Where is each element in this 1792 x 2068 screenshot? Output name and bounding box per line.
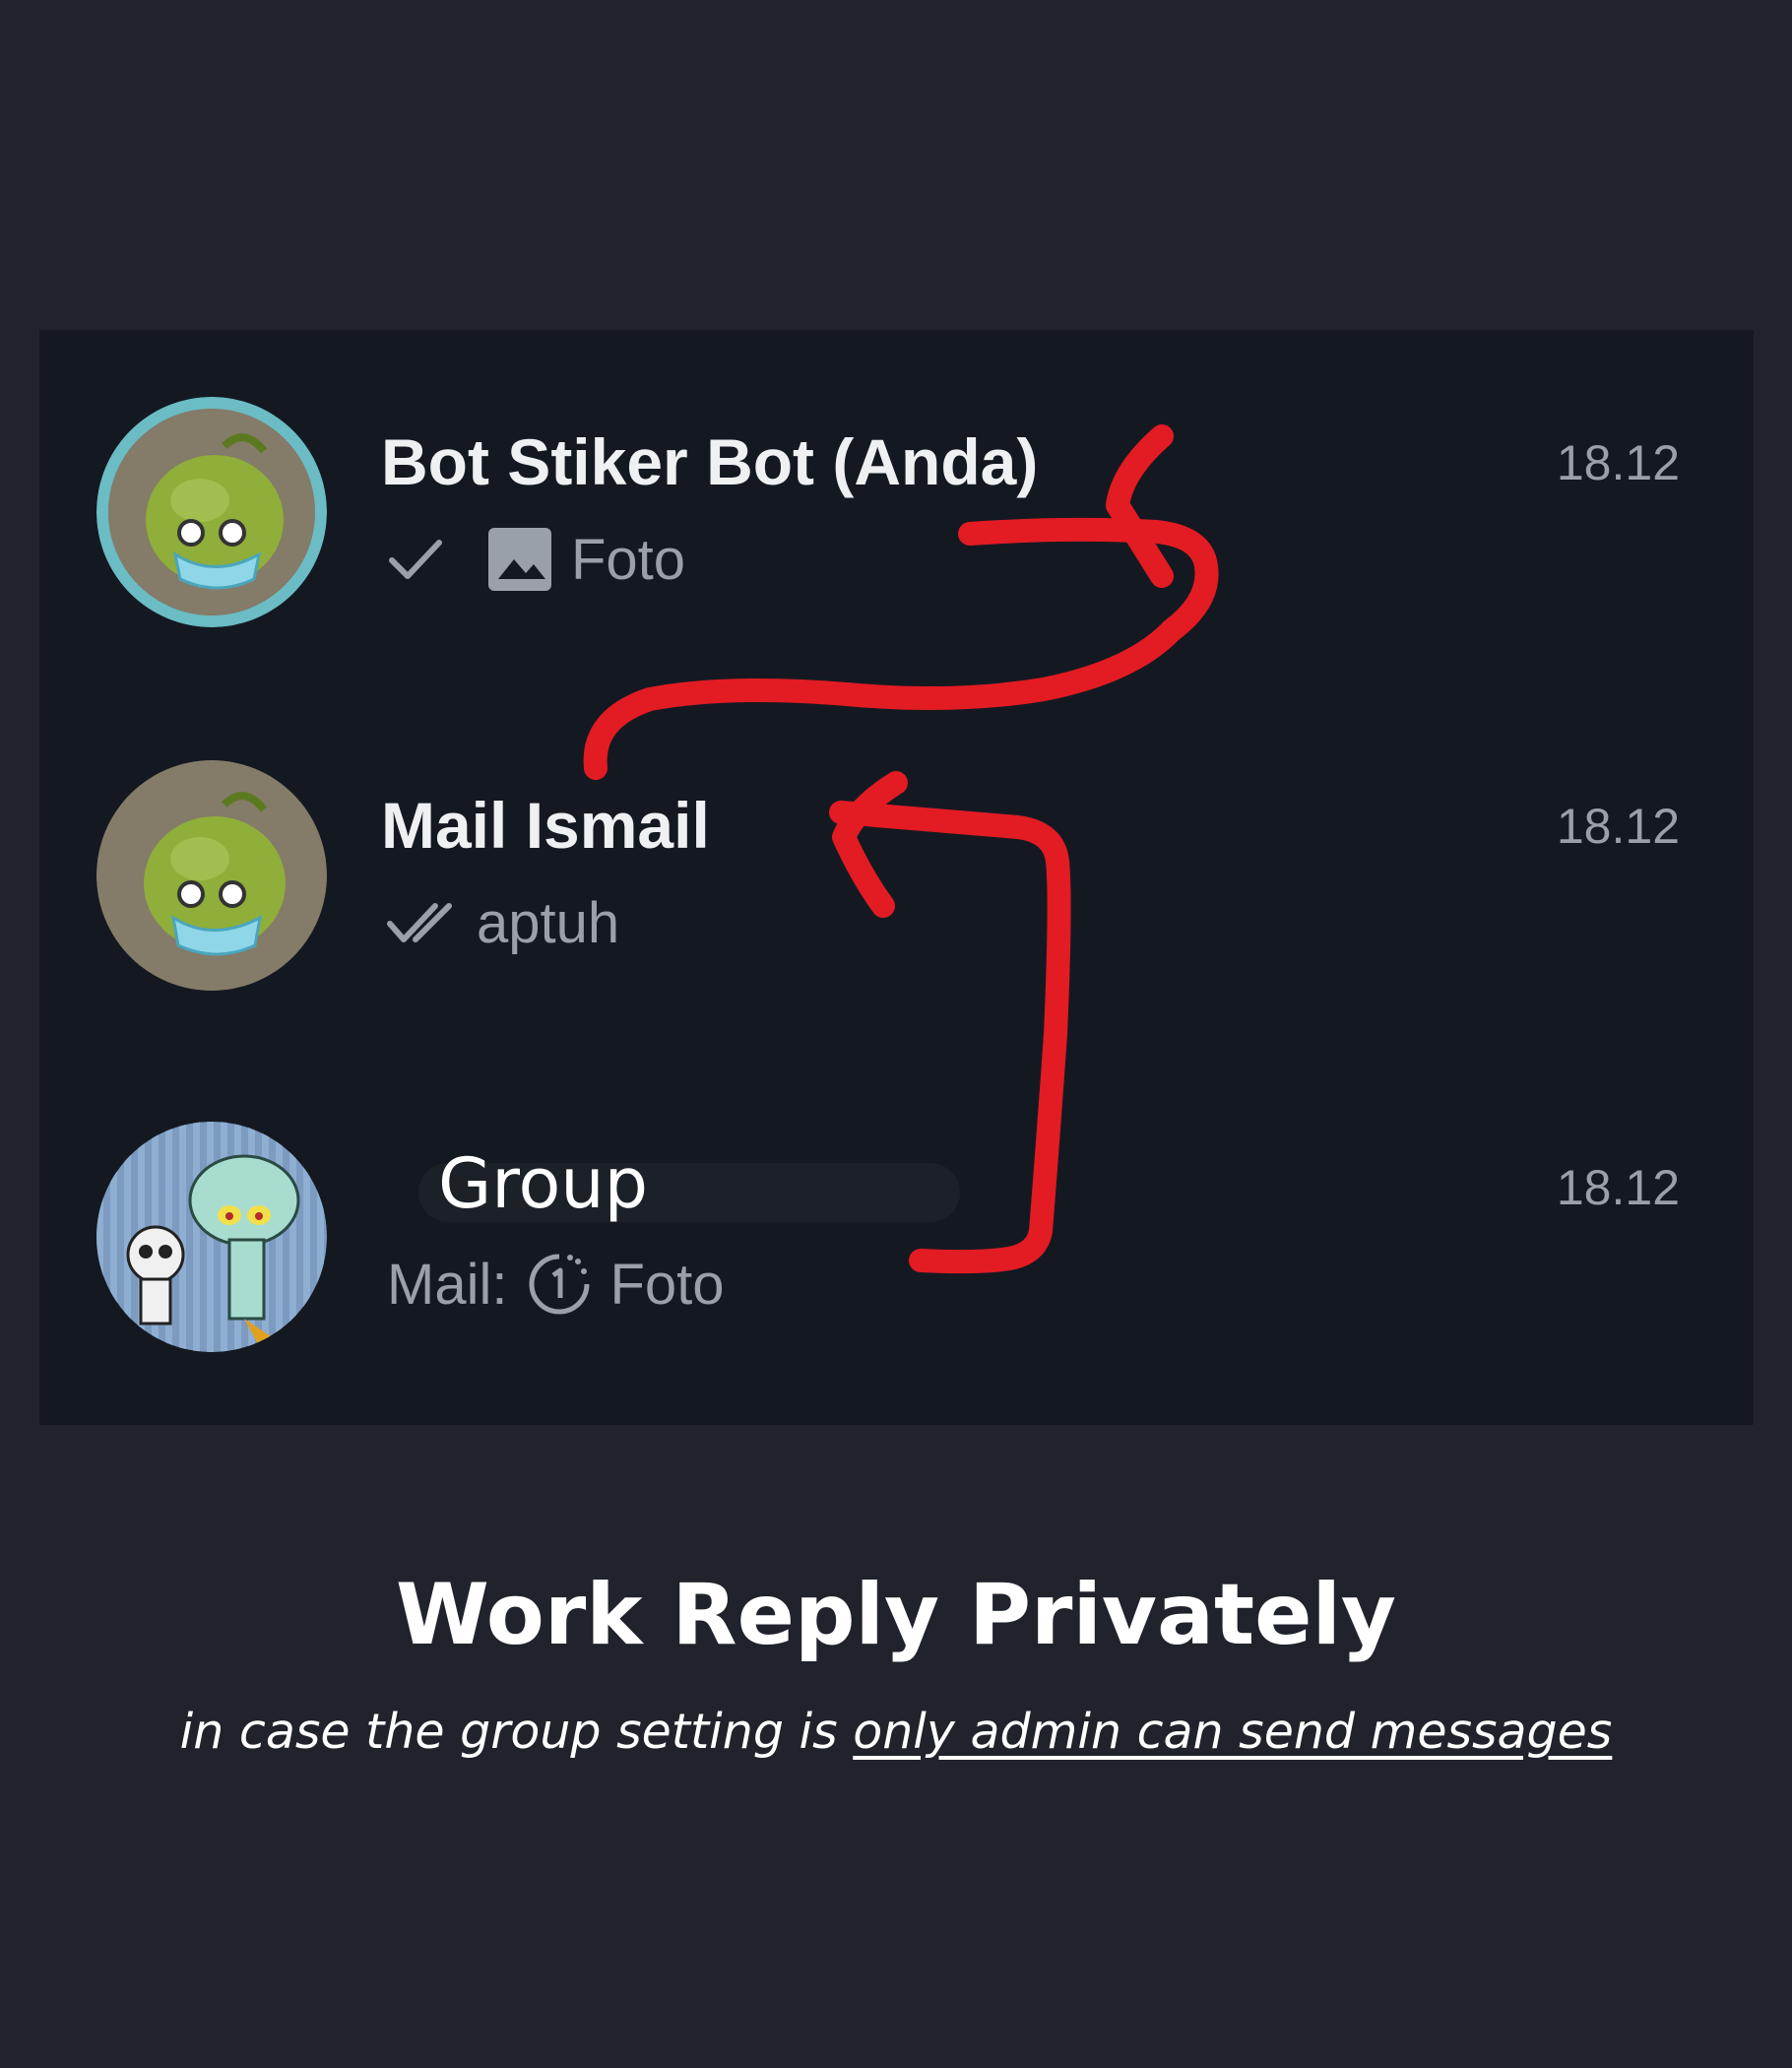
- chat-name: Bot Stiker Bot (Anda): [381, 425, 1039, 498]
- preview-text: Foto: [609, 1252, 725, 1317]
- subline-prefix: in case the group setting is: [179, 1704, 838, 1760]
- subline-emphasis: only admin can send messages: [853, 1704, 1613, 1760]
- subline: in case the group setting is only admin …: [0, 1704, 1792, 1760]
- preview-text: Foto: [571, 527, 686, 592]
- avatar[interactable]: [96, 397, 327, 627]
- chat-time: 18.12: [1556, 1160, 1680, 1215]
- chat-preview: Foto: [384, 525, 685, 594]
- chat-name: Mail Ismail: [381, 789, 710, 862]
- chat-row-bot-stiker[interactable]: Bot Stiker Bot (Anda) 18.12 Foto: [39, 397, 1754, 692]
- chat-time: 18.12: [1556, 799, 1680, 854]
- double-check-icon: [384, 898, 463, 947]
- headline: Work Reply Privately: [395, 1566, 1396, 1664]
- chat-list: Bot Stiker Bot (Anda) 18.12 Foto Mail Is…: [39, 330, 1754, 1425]
- avatar[interactable]: [96, 760, 327, 991]
- sender-label: Mail:: [387, 1252, 508, 1317]
- view-once-icon: [527, 1252, 592, 1317]
- chat-preview: Mail: Foto: [387, 1250, 725, 1319]
- chat-time: 18.12: [1556, 435, 1680, 490]
- chat-row-mail-ismail[interactable]: Mail Ismail 18.12 aptuh: [39, 760, 1754, 1056]
- preview-text: aptuh: [477, 890, 620, 955]
- chat-preview: aptuh: [384, 888, 619, 957]
- page: Bot Stiker Bot (Anda) 18.12 Foto Mail Is…: [0, 0, 1792, 2068]
- group-name-area: Group: [379, 1143, 960, 1230]
- chat-name: Group: [438, 1143, 649, 1224]
- photo-icon: [486, 526, 553, 593]
- chat-row-group[interactable]: Group 18.12 Mail: Foto: [39, 1122, 1754, 1417]
- single-check-icon: [384, 535, 447, 584]
- avatar-image: [96, 397, 327, 627]
- avatar-image: [96, 1122, 327, 1352]
- avatar-image: [96, 760, 327, 991]
- avatar[interactable]: [96, 1122, 327, 1352]
